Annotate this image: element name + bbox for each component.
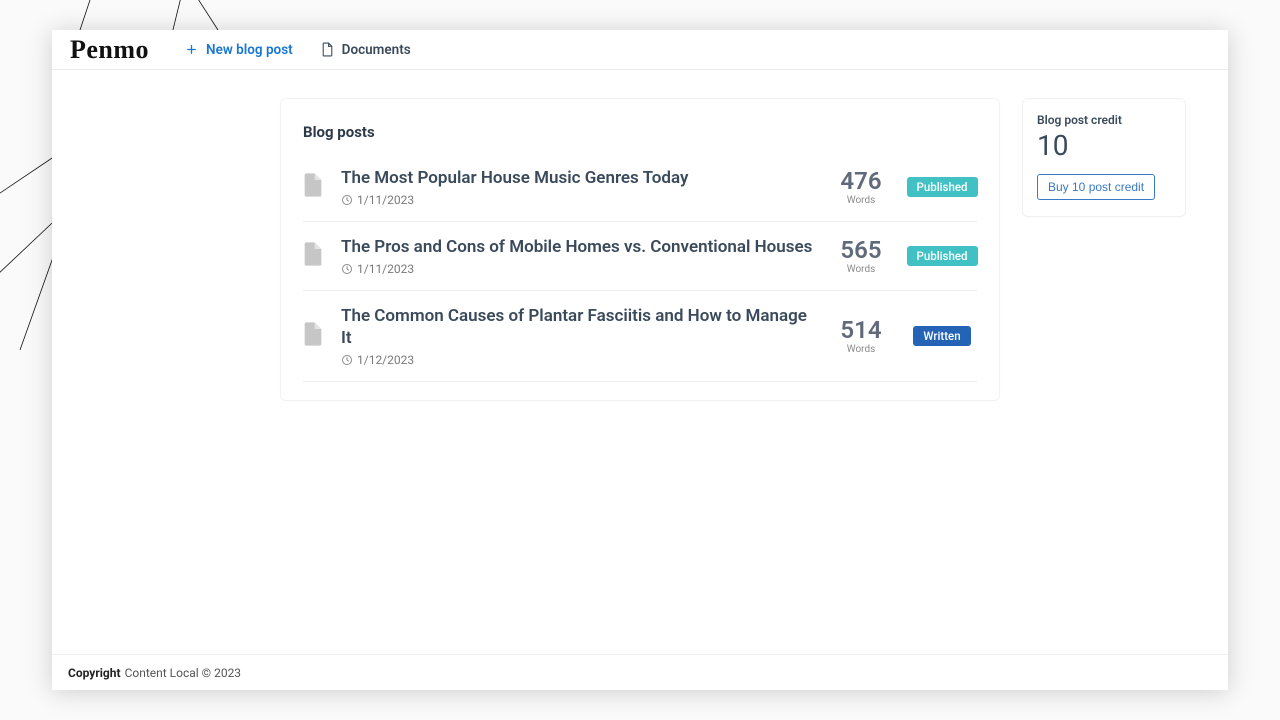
post-info: The Pros and Cons of Mobile Homes vs. Co… [341,236,815,276]
word-count-col: 565 Words [829,238,893,275]
new-blog-post-link[interactable]: New blog post [185,42,293,58]
credit-value: 10 [1037,129,1171,162]
word-count: 476 [829,169,893,193]
file-icon [303,242,327,270]
post-meta: 1/12/2023 [341,353,815,367]
blog-post-row[interactable]: The Common Causes of Plantar Fasciitis a… [303,291,977,382]
clock-icon [341,194,353,206]
status-badge: Written [913,326,970,346]
post-title: The Most Popular House Music Genres Toda… [341,167,815,189]
post-info: The Most Popular House Music Genres Toda… [341,167,815,207]
nav-links: New blog post Documents [185,42,411,58]
plus-icon [185,43,198,56]
document-icon [321,42,334,57]
footer-copyright-text: Content Local © 2023 [125,666,242,680]
blog-posts-heading: Blog posts [303,123,977,141]
brand-logo[interactable]: Penmo [70,35,149,65]
word-count-col: 476 Words [829,169,893,206]
post-info: The Common Causes of Plantar Fasciitis a… [341,305,815,367]
status-col: Written [907,326,977,346]
documents-label: Documents [342,42,411,58]
footer: Copyright Content Local © 2023 [52,654,1228,690]
post-meta: 1/11/2023 [341,193,815,207]
topbar: Penmo New blog post Documents [52,30,1228,70]
credit-card: Blog post credit 10 Buy 10 post credit [1022,98,1186,217]
blog-posts-card: Blog posts The Most Popular House Music … [280,98,1000,401]
clock-icon [341,354,353,366]
word-count: 514 [829,318,893,342]
blog-post-row[interactable]: The Pros and Cons of Mobile Homes vs. Co… [303,222,977,291]
post-title: The Pros and Cons of Mobile Homes vs. Co… [341,236,815,258]
status-badge: Published [907,246,978,266]
footer-copyright-bold: Copyright [68,666,121,680]
new-blog-post-label: New blog post [206,42,293,58]
clock-icon [341,263,353,275]
file-icon [303,322,327,350]
word-label: Words [829,195,893,206]
post-title: The Common Causes of Plantar Fasciitis a… [341,305,815,349]
post-date: 1/11/2023 [357,193,414,207]
post-date: 1/12/2023 [357,353,414,367]
post-date: 1/11/2023 [357,262,414,276]
content-area: Blog posts The Most Popular House Music … [52,70,1228,654]
app-shell: Penmo New blog post Documents Blog posts… [52,30,1228,690]
status-badge: Published [907,177,978,197]
buy-credit-button[interactable]: Buy 10 post credit [1037,174,1155,200]
status-col: Published [907,246,977,266]
blog-posts-list: The Most Popular House Music Genres Toda… [303,153,977,382]
word-count-col: 514 Words [829,318,893,355]
word-label: Words [829,264,893,275]
documents-link[interactable]: Documents [321,42,411,58]
status-col: Published [907,177,977,197]
word-label: Words [829,344,893,355]
file-icon [303,173,327,201]
credit-label: Blog post credit [1037,113,1171,127]
post-meta: 1/11/2023 [341,262,815,276]
blog-post-row[interactable]: The Most Popular House Music Genres Toda… [303,153,977,222]
word-count: 565 [829,238,893,262]
